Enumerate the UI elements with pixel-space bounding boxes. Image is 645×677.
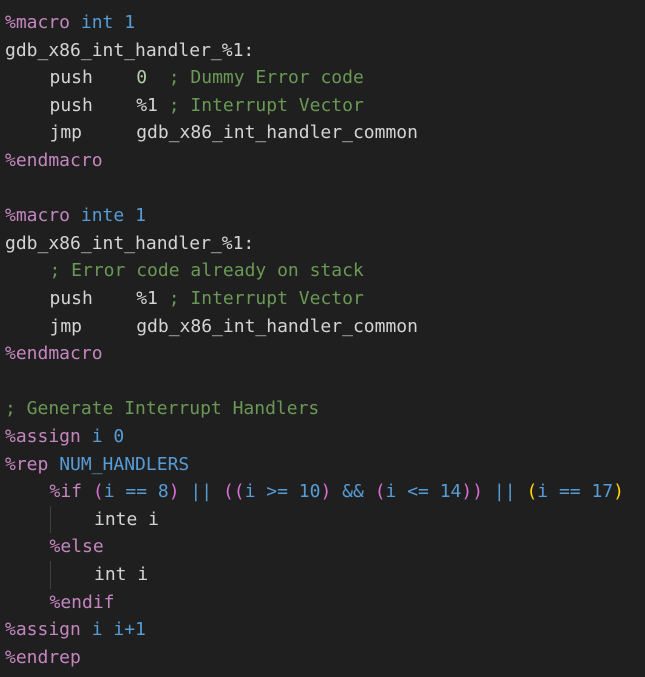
code-line: push %1 ; Interrupt Vector: [50, 285, 364, 313]
code-token: int i: [94, 564, 149, 585]
code-token: push: [49, 94, 137, 116]
code-line: int i: [94, 561, 148, 589]
code-token: ; Interrupt Vector: [168, 94, 364, 116]
code-line: %macro inte 1: [5, 202, 146, 230]
code-line: %if (i == 8) || ((i >= 10) && (i <= 14))…: [50, 478, 624, 506]
code-token: ||: [179, 481, 223, 503]
code-line: %rep NUM_HANDLERS: [5, 451, 189, 479]
code-token: %endif: [49, 591, 115, 613]
code-token: %else: [49, 536, 104, 558]
code-token: %endrep: [5, 646, 81, 668]
code-token: ||: [483, 481, 527, 503]
code-token: push: [49, 288, 137, 309]
code-token: %assign: [5, 619, 81, 641]
code-token: (: [374, 481, 386, 503]
code-line: %endrep: [5, 644, 81, 672]
code-token: ; Dummy Error code: [168, 67, 364, 89]
code-token: %if: [49, 481, 83, 503]
code-line: ; Error code already on stack: [50, 257, 364, 285]
code-token: gdb_x86_int_handler_common: [136, 315, 418, 337]
code-token: 1: [135, 205, 146, 227]
code-line: inte i: [94, 506, 159, 534]
code-line: gdb_x86_int_handler_%1:: [5, 37, 254, 65]
code-token: inte i: [94, 508, 160, 530]
code-token: gdb_x86_int_handler_common: [136, 122, 418, 144]
code-token: inte: [80, 205, 125, 227]
indent-guide: [49, 561, 51, 589]
code-token: ): [613, 481, 624, 503]
code-token: ; Error code already on stack: [49, 260, 364, 282]
code-token: i == 17: [537, 481, 614, 503]
code-token: push: [49, 67, 137, 89]
code-line: ; Generate Interrupt Handlers: [5, 395, 319, 423]
code-token: jmp: [49, 315, 137, 337]
code-token: ): [472, 481, 484, 503]
code-token: i == 8: [103, 481, 169, 503]
code-line: %macro int 1: [5, 9, 135, 37]
code-line: %assign i 0: [5, 423, 124, 451]
code-token: ; Generate Interrupt Handlers: [5, 398, 320, 420]
code-token: i i+1: [91, 619, 146, 641]
code-line: %assign i i+1: [5, 616, 146, 644]
code-line: jmp gdb_x86_int_handler_common: [50, 119, 418, 147]
code-token: %rep: [5, 453, 49, 475]
code-line: jmp gdb_x86_int_handler_common: [50, 313, 418, 341]
code-token: (: [233, 481, 245, 503]
code-token: 1: [124, 12, 136, 33]
code-token: NUM_HANDLERS: [59, 453, 190, 475]
code-line: gdb_x86_int_handler_%1:: [5, 230, 254, 258]
code-token: %1: [136, 94, 158, 116]
code-token: %assign: [5, 426, 81, 447]
code-token: ): [461, 481, 473, 503]
code-editor[interactable]: %macro int 1 gdb_x86_int_handler_%1: push …: [0, 0, 645, 677]
code-token: i >= 10: [244, 481, 321, 503]
code-token: 0: [136, 67, 148, 89]
code-token: 0: [113, 426, 125, 447]
code-token: %endmacro: [5, 150, 103, 171]
code-line: %endmacro: [5, 340, 103, 368]
code-token: jmp: [49, 122, 137, 144]
code-token: ; Interrupt Vector: [168, 288, 364, 309]
code-line: %endmacro: [5, 147, 103, 175]
indent-guide: [49, 505, 51, 534]
code-token: ): [320, 481, 332, 503]
code-token: gdb_x86_int_handler_%1:: [5, 232, 255, 254]
code-token: gdb_x86_int_handler_%1:: [5, 39, 255, 61]
code-token: %macro: [5, 205, 71, 227]
code-token: ): [168, 481, 180, 503]
code-token: %1: [136, 288, 158, 309]
code-token: (: [92, 481, 104, 503]
code-token: &&: [331, 481, 375, 503]
code-token: (: [222, 481, 234, 503]
code-line: push %1 ; Interrupt Vector: [50, 92, 364, 120]
code-token: i: [91, 426, 103, 447]
code-line: %endif: [50, 589, 115, 617]
code-token: i <= 14: [385, 481, 462, 503]
code-line: %else: [50, 533, 104, 561]
code-token: int: [80, 12, 114, 33]
code-token: %macro: [5, 12, 71, 33]
code-line: push 0 ; Dummy Error code: [50, 64, 364, 92]
code-token: (: [526, 481, 538, 503]
code-token: %endmacro: [5, 343, 103, 365]
